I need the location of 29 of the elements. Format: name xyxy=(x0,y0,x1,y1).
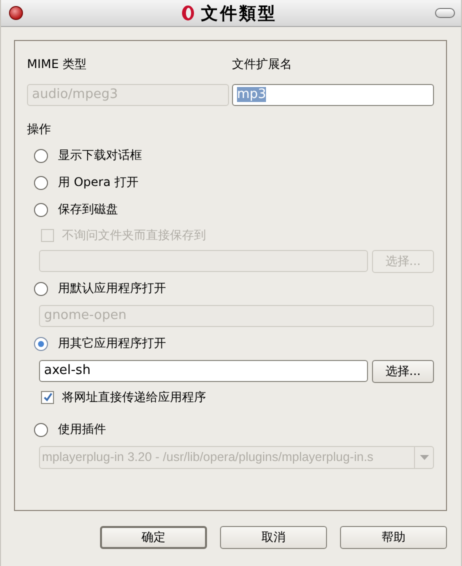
option-label: 保存到磁盘 xyxy=(58,201,118,218)
radio-button[interactable] xyxy=(34,176,48,190)
close-button[interactable] xyxy=(9,6,23,20)
checkbox-label: 不询问文件夹而直接保存到 xyxy=(62,226,206,244)
radio-button[interactable] xyxy=(34,202,48,216)
radio-button[interactable] xyxy=(34,282,48,296)
checkbox-label: 将网址直接传递给应用程序 xyxy=(62,388,206,406)
option-label: 用其它应用程序打开 xyxy=(58,335,166,352)
dropdown-caret-icon xyxy=(420,454,428,460)
mime-type-label: MIME 类型 xyxy=(27,56,88,73)
dialog-button[interactable]: 确定 xyxy=(100,526,207,549)
checkbox[interactable] xyxy=(41,390,54,404)
choose-button[interactable]: 选择... xyxy=(372,360,434,382)
radio-button[interactable] xyxy=(34,422,48,436)
option-label: 用 Opera 打开 xyxy=(58,174,138,191)
extension-value: mp3 xyxy=(237,87,266,102)
dialog-button[interactable]: 取消 xyxy=(220,526,327,549)
radio-button[interactable] xyxy=(34,148,48,162)
option-label: 使用插件 xyxy=(58,421,106,438)
option-label: 显示下载对话框 xyxy=(58,147,142,164)
path-field[interactable]: axel-sh xyxy=(39,360,368,382)
window-title: 文件類型 xyxy=(201,2,277,24)
maximize-button[interactable] xyxy=(435,8,455,18)
extension-label: 文件扩展名 xyxy=(232,56,293,73)
section-label: 操作 xyxy=(27,121,52,138)
radio-button[interactable] xyxy=(34,336,48,350)
opera-logo-icon xyxy=(181,5,195,21)
dialog-button[interactable]: 帮助 xyxy=(340,526,447,549)
option-label: 用默认应用程序打开 xyxy=(58,280,166,297)
